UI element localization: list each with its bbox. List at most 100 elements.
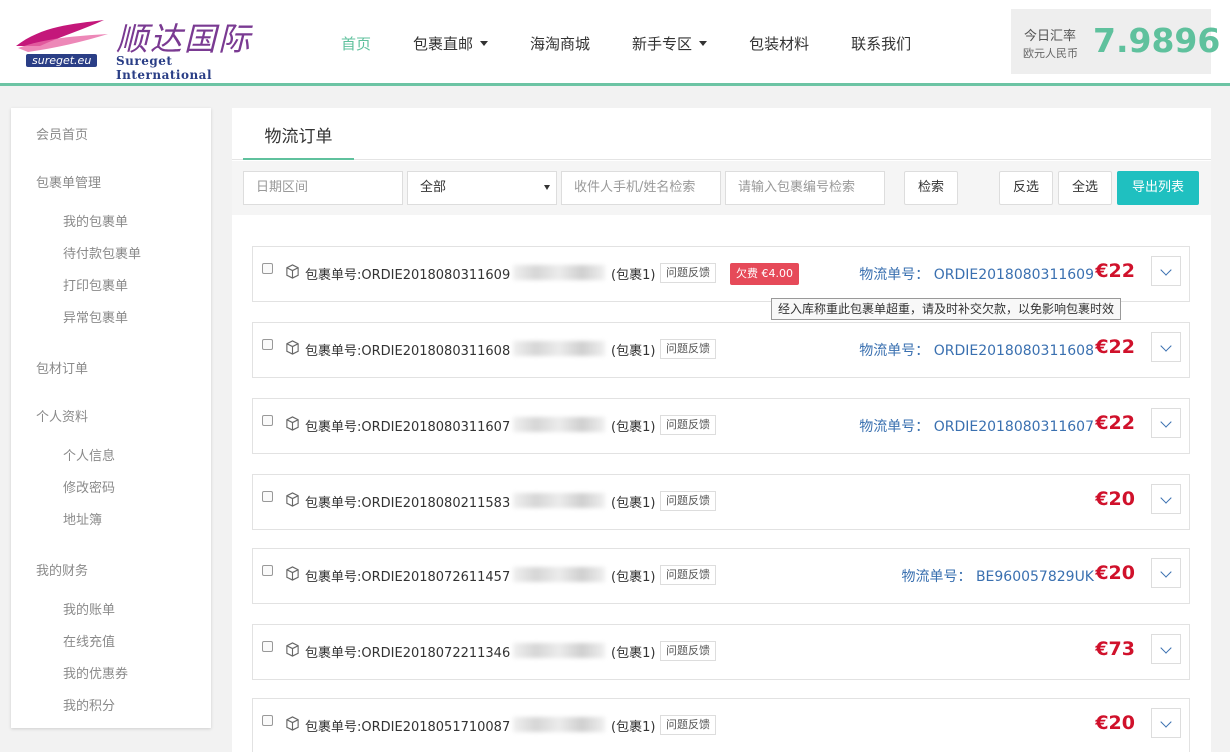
logo-swoosh-icon <box>16 20 108 52</box>
parcel-suffix: (包裹1) <box>611 720 656 735</box>
parcel-suffix: (包裹1) <box>611 420 656 435</box>
debt-badge[interactable]: 欠费 €4.00 <box>730 263 799 285</box>
sidebar-item-points[interactable]: 我的积分 <box>63 695 115 714</box>
sidebar-item-pending-payment[interactable]: 待付款包裹单 <box>63 243 141 262</box>
order-price: €22 <box>1095 260 1135 282</box>
main-panel: 物流订单 日期区间 全部 收件人手机/姓名检索 请输入包裹编号检索 检索 反选 … <box>232 108 1211 752</box>
filter-bar: 日期区间 全部 收件人手机/姓名检索 请输入包裹编号检索 检索 反选 全选 导出… <box>232 161 1211 215</box>
redacted-text <box>513 717 605 732</box>
row-checkbox[interactable] <box>262 641 273 652</box>
tracking-number[interactable]: 物流单号： ORDIE2018080311609 <box>859 264 1094 284</box>
tab-logistics-orders[interactable]: 物流订单 <box>243 122 354 160</box>
sidebar-profile[interactable]: 个人资料 <box>36 406 88 425</box>
package-icon <box>286 566 299 581</box>
export-list-button[interactable]: 导出列表 <box>1117 171 1199 205</box>
expand-button[interactable] <box>1151 634 1181 664</box>
order-price: €73 <box>1095 638 1135 660</box>
top-header: sureget.eu 顺达国际 Sureget International 首页… <box>0 0 1230 86</box>
select-all-button[interactable]: 全选 <box>1058 171 1112 205</box>
expand-button[interactable] <box>1151 484 1181 514</box>
table-row[interactable]: 包裹单号:ORDIE2018051710087 (包裹1) 问题反馈 €20 <box>252 698 1190 752</box>
rate-value: 7.9896 <box>1093 21 1221 60</box>
chevron-down-icon <box>1160 642 1172 654</box>
nav-contact[interactable]: 联系我们 <box>830 33 932 54</box>
date-range-input[interactable]: 日期区间 <box>243 171 403 205</box>
tracking-number[interactable]: 物流单号： BE960057829UK <box>902 566 1095 586</box>
table-row[interactable]: 包裹单号:ORDIE2018080211583 (包裹1) 问题反馈 €20 <box>252 474 1190 530</box>
logo-site-label: sureget.eu <box>26 54 98 67</box>
row-checkbox[interactable] <box>262 339 273 350</box>
feedback-button[interactable]: 问题反馈 <box>660 565 716 585</box>
tracking-number[interactable]: 物流单号： ORDIE2018080311607 <box>859 416 1094 436</box>
sidebar-item-my-parcels[interactable]: 我的包裹单 <box>63 211 128 230</box>
parcel-number: 包裹单号:ORDIE2018051710087 <box>305 720 511 735</box>
row-checkbox[interactable] <box>262 565 273 576</box>
nav-newbie[interactable]: 新手专区 <box>611 33 728 54</box>
redacted-text <box>513 643 605 658</box>
sidebar-material-orders[interactable]: 包材订单 <box>36 358 88 377</box>
expand-button[interactable] <box>1151 256 1181 286</box>
sidebar-item-coupons[interactable]: 我的优惠券 <box>63 663 128 682</box>
status-select-value: 全部 <box>420 180 447 195</box>
parcel-number: 包裹单号:ORDIE2018080211583 <box>305 496 511 511</box>
table-row[interactable]: 包裹单号:ORDIE2018072611457 (包裹1) 问题反馈 物流单号： BE… <box>252 548 1190 604</box>
member-sidebar: 会员首页 包裹单管理 我的包裹单 待付款包裹单 打印包裹单 异常包裹单 包材订单… <box>11 108 211 728</box>
redacted-text <box>513 341 605 356</box>
parcel-search-input[interactable]: 请输入包裹编号检索 <box>725 171 885 205</box>
sidebar-parcel-mgmt[interactable]: 包裹单管理 <box>36 172 101 191</box>
parcel-number: 包裹单号:ORDIE2018080311607 <box>305 420 511 435</box>
chevron-down-icon <box>1160 416 1172 428</box>
feedback-button[interactable]: 问题反馈 <box>660 491 716 511</box>
row-checkbox[interactable] <box>262 415 273 426</box>
table-row[interactable]: 包裹单号:ORDIE2018080311608 (包裹1) 问题反馈 物流单号： OR… <box>252 322 1190 378</box>
sidebar-finance[interactable]: 我的财务 <box>36 560 88 579</box>
sidebar-item-abnormal-parcels[interactable]: 异常包裹单 <box>63 307 128 326</box>
nav-shop[interactable]: 海淘商城 <box>509 33 611 54</box>
feedback-button[interactable]: 问题反馈 <box>660 339 716 359</box>
recipient-search-input[interactable]: 收件人手机/姓名检索 <box>561 171 721 205</box>
logo[interactable]: sureget.eu 顺达国际 Sureget International <box>12 12 262 82</box>
redacted-text <box>513 493 605 508</box>
caret-down-icon <box>480 40 489 46</box>
sidebar-item-my-bills[interactable]: 我的账单 <box>63 599 115 618</box>
search-button[interactable]: 检索 <box>904 171 958 205</box>
order-price: €20 <box>1095 488 1135 510</box>
table-row[interactable]: 包裹单号:ORDIE2018080311607 (包裹1) 问题反馈 物流单号： OR… <box>252 398 1190 454</box>
sidebar-item-recharge[interactable]: 在线充值 <box>63 631 115 650</box>
row-checkbox[interactable] <box>262 715 273 726</box>
parcel-number: 包裹单号:ORDIE2018072611457 <box>305 570 511 585</box>
sidebar-item-address-book[interactable]: 地址簿 <box>63 509 102 528</box>
feedback-button[interactable]: 问题反馈 <box>660 641 716 661</box>
status-select[interactable]: 全部 <box>407 171 557 205</box>
nav-home[interactable]: 首页 <box>320 33 392 54</box>
exchange-rate-box: 今日汇率 欧元人民币 7.9896 <box>1011 9 1220 74</box>
expand-button[interactable] <box>1151 408 1181 438</box>
sidebar-item-personal-info[interactable]: 个人信息 <box>63 445 115 464</box>
row-checkbox[interactable] <box>262 491 273 502</box>
sidebar-member-home[interactable]: 会员首页 <box>36 124 88 143</box>
row-checkbox[interactable] <box>262 263 273 274</box>
nav-parcel-direct[interactable]: 包裹直邮 <box>392 33 509 54</box>
package-icon <box>286 264 299 279</box>
feedback-button[interactable]: 问题反馈 <box>660 415 716 435</box>
chevron-down-icon <box>1160 340 1172 352</box>
rate-currency-pair: 欧元人民币 <box>1023 47 1078 60</box>
redacted-text <box>513 567 605 582</box>
feedback-button[interactable]: 问题反馈 <box>660 715 716 735</box>
parcel-suffix: (包裹1) <box>611 496 656 511</box>
expand-button[interactable] <box>1151 708 1181 738</box>
table-row[interactable]: 包裹单号:ORDIE2018072211346 (包裹1) 问题反馈 €73 <box>252 624 1190 680</box>
expand-button[interactable] <box>1151 558 1181 588</box>
invert-select-button[interactable]: 反选 <box>999 171 1053 205</box>
sidebar-item-print-parcels[interactable]: 打印包裹单 <box>63 275 128 294</box>
nav-packaging[interactable]: 包装材料 <box>728 33 830 54</box>
package-icon <box>286 492 299 507</box>
chevron-down-icon <box>1160 492 1172 504</box>
chevron-down-icon <box>1160 716 1172 728</box>
table-row[interactable]: 包裹单号:ORDIE2018080311609 (包裹1) 问题反馈 欠费 €4.00… <box>252 246 1190 302</box>
parcel-number: 包裹单号:ORDIE2018080311608 <box>305 344 511 359</box>
tracking-number[interactable]: 物流单号： ORDIE2018080311608 <box>859 340 1094 360</box>
sidebar-item-change-password[interactable]: 修改密码 <box>63 477 115 496</box>
expand-button[interactable] <box>1151 332 1181 362</box>
feedback-button[interactable]: 问题反馈 <box>660 263 716 283</box>
